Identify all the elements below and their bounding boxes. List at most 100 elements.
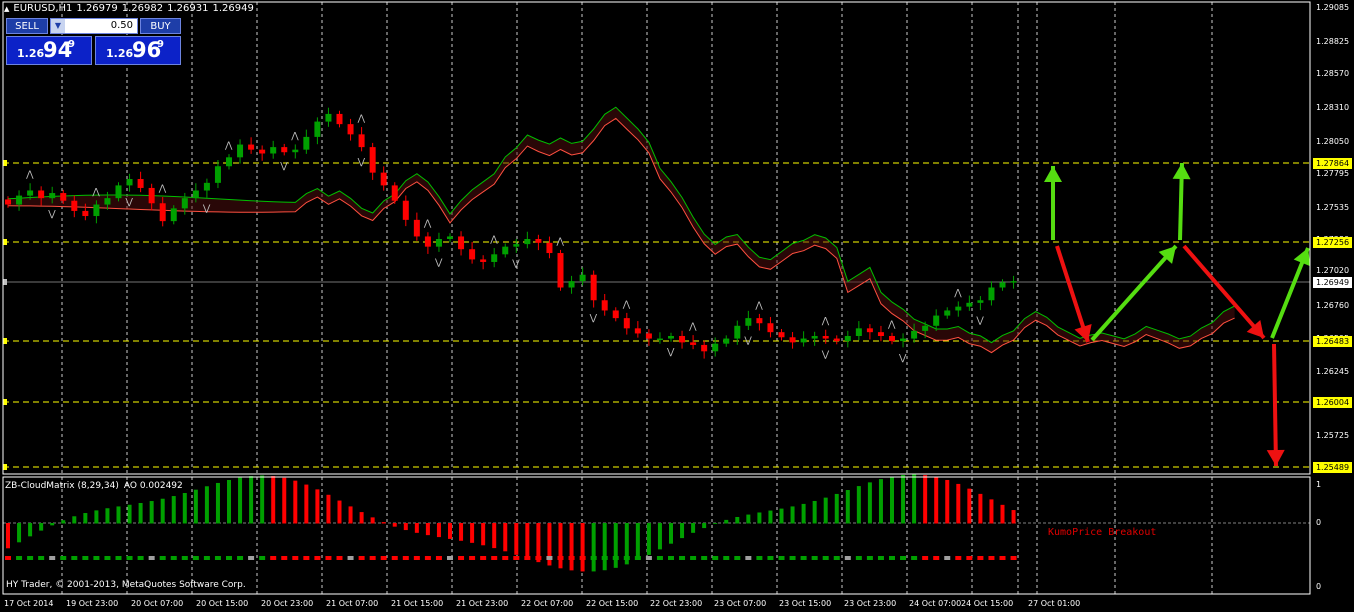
- fractal-up-marker: ⋀: [158, 184, 167, 194]
- candle-body: [668, 335, 674, 339]
- signal-dot: [679, 556, 686, 560]
- histogram-bar: [503, 523, 508, 552]
- candle-body: [314, 121, 321, 137]
- histogram-bar: [414, 523, 419, 533]
- candle-body: [402, 200, 409, 220]
- candle-body: [347, 124, 354, 135]
- signal-dot: [623, 556, 630, 560]
- arrow-up-icon: [1090, 244, 1178, 342]
- histogram-bar: [591, 523, 596, 572]
- candle-body: [877, 332, 884, 336]
- signal-dot: [16, 556, 23, 560]
- lot-size-field[interactable]: ▼ 0.50: [50, 18, 138, 34]
- histogram-bar: [304, 484, 309, 524]
- histogram-bar: [1011, 510, 1016, 524]
- fractal-down-marker: ⋁: [975, 316, 984, 326]
- chart-frame: [2, 1, 1311, 595]
- price-axis-label: 1.28050: [1316, 137, 1350, 146]
- candle-body: [933, 315, 940, 326]
- chart-canvas[interactable]: ⋀ ⋁ ⋀ ⋁ ⋀ ⋁ ⋀ ⋁ ⋀ ⋀ ⋁ ⋀ ⋁ ⋀ ⋁ ⋀ ⋁ ⋀ ⋁ ⋀ ⋁ ⋀ ⋀ ⋁ ⋀ ⋁ ⋀ ⋁: [0, 0, 1354, 612]
- time-axis-label: 20 Oct 07:00: [131, 599, 184, 608]
- chevron-down-icon[interactable]: ▼: [51, 19, 65, 33]
- histogram-bar: [768, 510, 773, 524]
- fractal-up-marker: ⋀: [25, 170, 34, 180]
- candle-body: [955, 306, 962, 311]
- ohlc-open: 1.26979: [76, 3, 118, 14]
- copyright-text: HY Trader, © 2001-2013, MetaQuotes Softw…: [6, 580, 246, 590]
- candle-body: [148, 187, 155, 204]
- histogram-bar: [39, 523, 44, 531]
- candle-body: [214, 166, 221, 183]
- histogram-bar: [856, 486, 861, 524]
- histogram-bar: [50, 523, 55, 526]
- histogram-bar: [724, 519, 729, 524]
- signal-dot: [137, 556, 144, 560]
- signal-dot: [855, 556, 862, 560]
- candle-body: [645, 333, 652, 339]
- signal-dot: [701, 556, 708, 560]
- fractal-up-marker: ⋀: [91, 187, 100, 197]
- signal-dot: [314, 556, 321, 560]
- histogram-bar: [348, 506, 353, 524]
- candle-body: [756, 318, 763, 324]
- histogram-bar: [1000, 504, 1005, 524]
- signal-dot: [491, 556, 498, 560]
- signal-dot: [513, 556, 520, 560]
- candle-body: [192, 190, 199, 199]
- ask-price-button[interactable]: 1.26 96 9: [95, 36, 181, 65]
- signal-dot: [303, 556, 310, 560]
- signal-dot: [358, 556, 365, 560]
- histogram-bar: [890, 476, 894, 524]
- histogram-bar: [238, 477, 243, 524]
- candle-body: [712, 343, 719, 352]
- candle-body: [292, 149, 299, 153]
- candle-body: [502, 246, 509, 255]
- candle-body: [844, 335, 851, 342]
- main-chart-border: [2, 1, 1311, 475]
- candle-body: [866, 328, 873, 333]
- bid-price-prefix: 1.26: [17, 47, 45, 60]
- histogram-bar: [514, 523, 519, 555]
- candle-body: [999, 282, 1006, 288]
- candle-body: [181, 198, 188, 209]
- signal-dot: [590, 556, 597, 560]
- histogram-bar: [867, 482, 872, 524]
- collapse-triangle-icon[interactable]: ▲: [4, 5, 9, 13]
- histogram-bar: [28, 523, 33, 537]
- fractal-up-marker: ⋀: [821, 317, 830, 327]
- candle-body: [822, 335, 829, 339]
- histogram-bar: [613, 523, 618, 568]
- candle-body: [701, 344, 708, 352]
- histogram-bar: [967, 488, 972, 524]
- histogram-bar: [525, 523, 530, 559]
- candle-body: [601, 300, 608, 311]
- sell-button[interactable]: SELL: [6, 18, 48, 34]
- fractal-down-marker: ⋁: [666, 348, 675, 358]
- histogram-bar: [282, 477, 287, 524]
- price-level-marker: [3, 338, 7, 344]
- buy-button[interactable]: BUY: [140, 18, 181, 34]
- histogram-bar: [812, 500, 817, 524]
- signal-dot: [391, 556, 398, 560]
- candle-body: [380, 172, 387, 186]
- candle-body: [977, 300, 984, 303]
- histogram-bar: [978, 493, 983, 524]
- candle-body: [524, 239, 531, 245]
- histogram-bar: [746, 514, 751, 524]
- signal-dot: [955, 556, 962, 560]
- bid-price-button[interactable]: 1.26 94 9: [6, 36, 92, 65]
- fractal-up-marker: ⋀: [688, 322, 697, 332]
- candle-body: [424, 236, 431, 247]
- candle-body: [38, 190, 45, 199]
- histogram-bar: [204, 486, 209, 524]
- signal-dot: [480, 556, 487, 560]
- histogram-bar: [492, 523, 497, 549]
- signal-dot: [447, 556, 453, 560]
- fractal-up-marker: ⋀: [489, 235, 498, 245]
- lot-size-value[interactable]: 0.50: [111, 19, 133, 33]
- candle-body: [590, 274, 597, 301]
- signal-dot: [811, 556, 818, 560]
- histogram-bar: [834, 493, 839, 524]
- histogram-bar: [315, 489, 320, 524]
- candle-body: [203, 182, 210, 191]
